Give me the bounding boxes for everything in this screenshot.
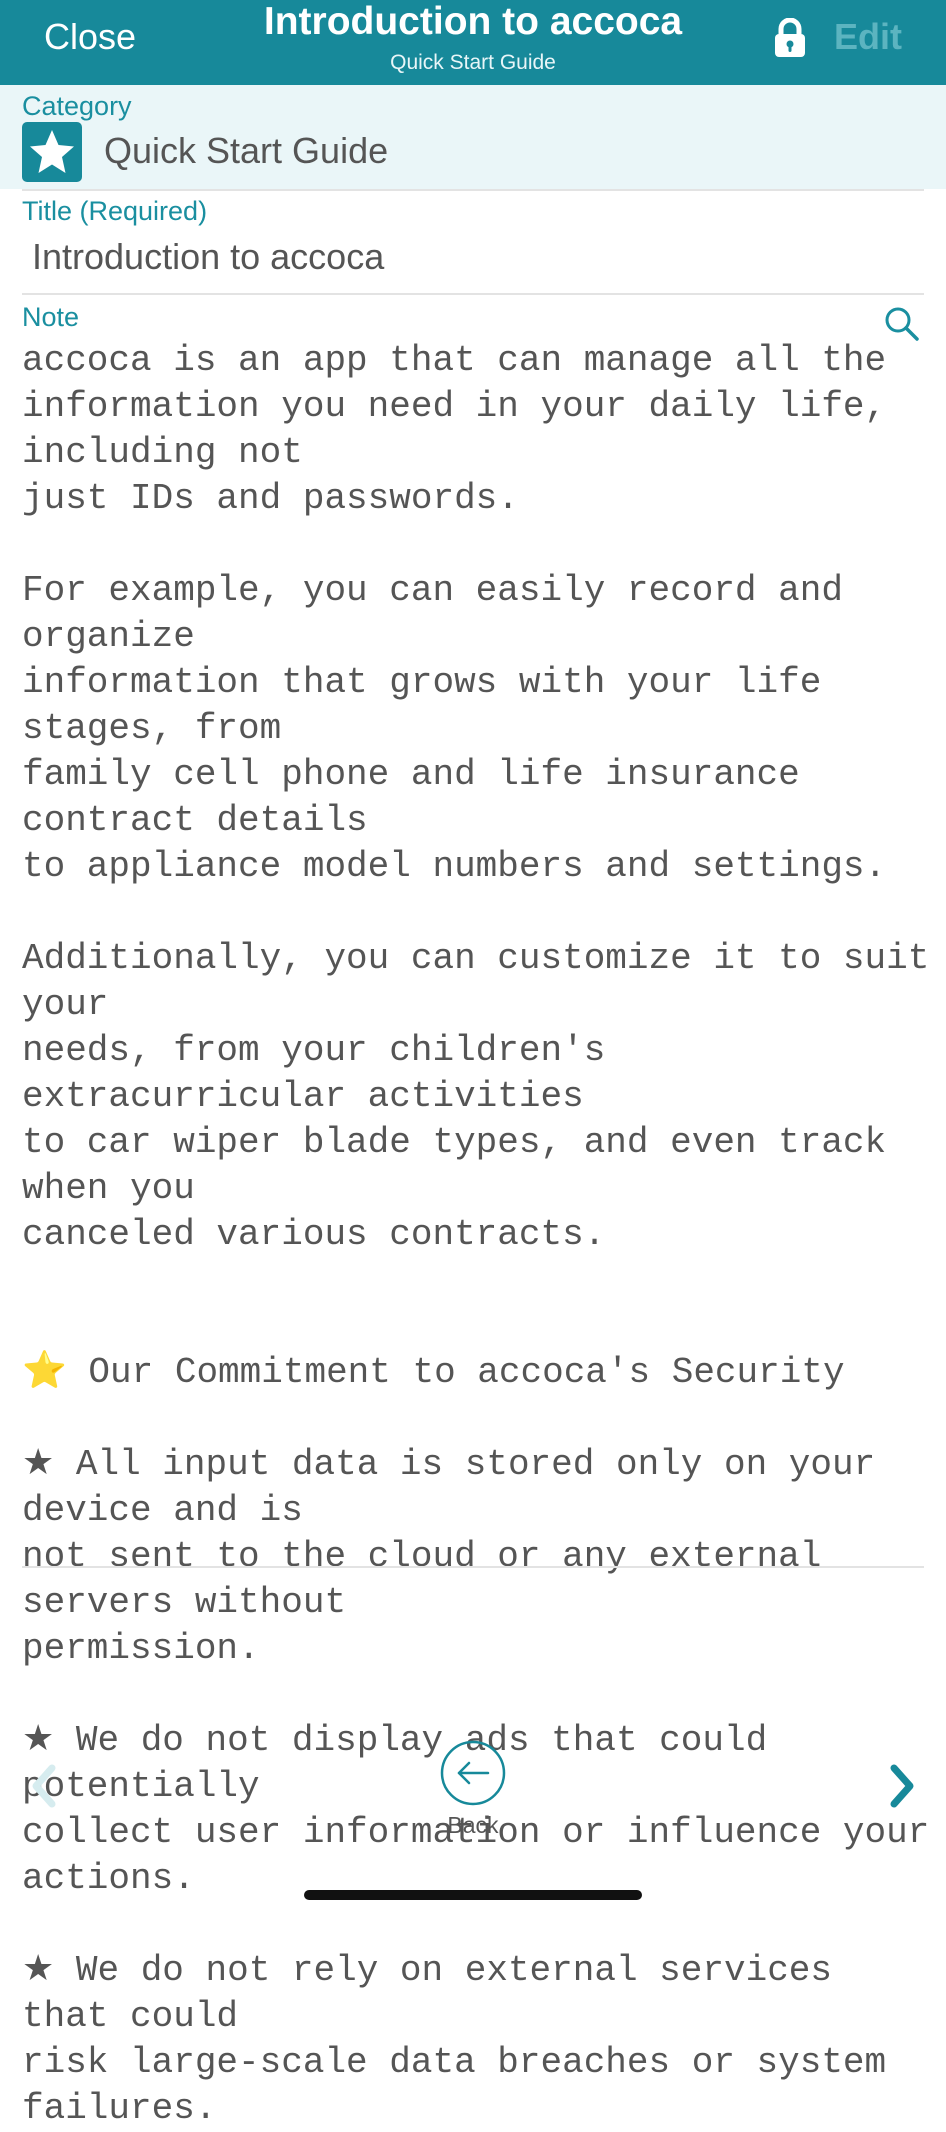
lock-icon[interactable] <box>773 18 807 58</box>
chevron-right-icon[interactable] <box>886 1762 918 1810</box>
category-row[interactable]: Category Quick Start Guide <box>0 85 946 189</box>
star-icon <box>22 122 82 182</box>
arrow-left-circle-icon[interactable] <box>440 1740 506 1806</box>
divider <box>22 1566 924 1568</box>
title-field[interactable]: Introduction to accoca <box>32 236 384 278</box>
back-label[interactable]: Back <box>423 1812 523 1839</box>
category-label: Category <box>22 91 132 121</box>
category-value: Quick Start Guide <box>104 130 389 171</box>
chevron-left-icon[interactable] <box>28 1762 60 1810</box>
navigation-bar: Close Introduction to accoca Quick Start… <box>0 0 946 85</box>
divider <box>22 189 924 191</box>
search-icon[interactable] <box>884 306 920 342</box>
home-indicator <box>304 1890 642 1900</box>
note-text[interactable]: accoca is an app that can manage all the… <box>22 338 932 2132</box>
edit-button[interactable]: Edit <box>834 14 902 60</box>
divider <box>22 293 924 295</box>
title-label: Title (Required) <box>22 196 208 226</box>
note-label: Note <box>22 302 80 332</box>
